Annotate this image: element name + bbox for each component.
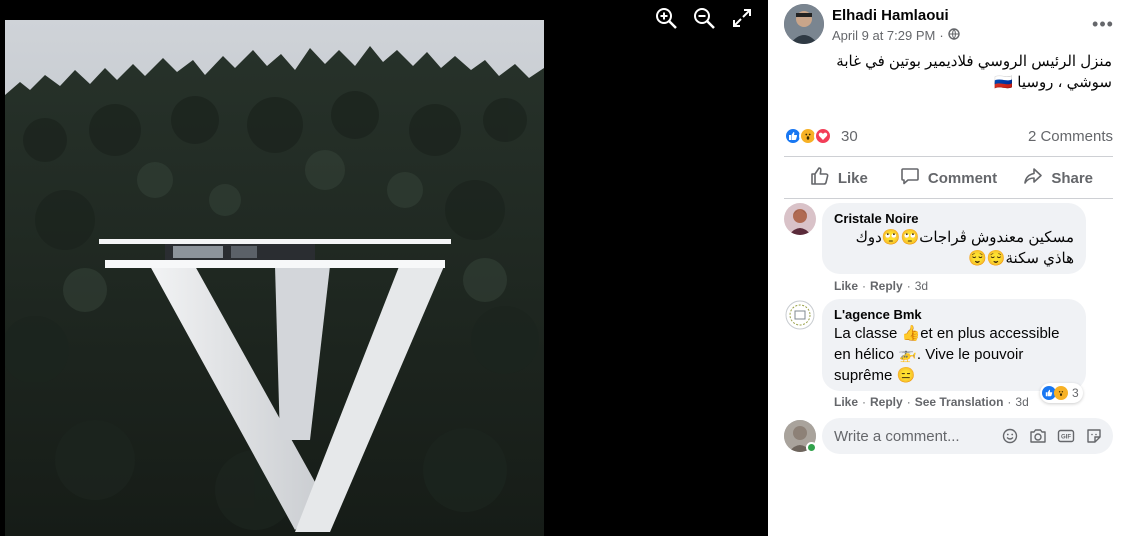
comment-time[interactable]: 3d <box>915 279 928 293</box>
composer-tools: GIF <box>1001 427 1113 445</box>
author-avatar[interactable] <box>784 4 824 44</box>
comment-icon <box>900 166 920 190</box>
wow-icon <box>1054 386 1068 400</box>
comment-reactions[interactable]: 3 <box>1040 383 1083 403</box>
house-in-forest-image <box>5 20 544 536</box>
author-name[interactable]: Elhadi Hamlaoui <box>832 7 949 24</box>
comment-text-line: مسكين معندوش ڨراجات🙄🙄دوك <box>855 229 1074 246</box>
more-options-icon[interactable]: ••• <box>1089 10 1117 38</box>
commenter-avatar[interactable] <box>784 299 816 331</box>
comment-label: Comment <box>927 169 998 187</box>
comment-text-line: en hélico 🚁. Vive le pouvoir <box>834 346 1024 363</box>
photo-viewer <box>0 0 768 536</box>
meta-separator: · <box>939 28 944 43</box>
divider <box>784 198 1113 199</box>
comment-composer: Write a comment... GIF <box>784 418 1113 456</box>
comments-count[interactable]: 2 Comments <box>1028 128 1113 145</box>
commenter-name[interactable]: L'agence Bmk <box>834 307 1074 323</box>
zoom-out-icon[interactable] <box>690 4 718 32</box>
comment-reaction-count: 3 <box>1072 386 1079 400</box>
comment-bubble: Cristale Noire مسكين معندوش ڨراجات🙄🙄دوك … <box>822 203 1086 274</box>
sticker-icon[interactable] <box>1085 427 1103 445</box>
comment-reply-link[interactable]: Reply <box>870 279 903 293</box>
globe-icon <box>947 28 960 43</box>
gif-icon[interactable]: GIF <box>1057 427 1075 445</box>
comment-bubble: L'agence Bmk La classe 👍et en plus acces… <box>822 299 1086 391</box>
comment-actions: Like · Reply · See Translation · 3d <box>834 395 1029 409</box>
online-status-dot <box>806 442 817 453</box>
share-label: Share <box>1051 169 1094 187</box>
emoji-icon[interactable] <box>1001 427 1019 445</box>
commenter-avatar[interactable] <box>784 203 816 235</box>
reaction-icons[interactable] <box>784 127 832 145</box>
comment-text-line: suprême 😑 <box>834 367 916 384</box>
camera-icon[interactable] <box>1029 427 1047 445</box>
post-photo[interactable] <box>5 20 544 536</box>
svg-text:GIF: GIF <box>1061 435 1071 441</box>
post-header: Elhadi Hamlaoui April 9 at 7:29 PM · ••• <box>784 4 1117 48</box>
zoom-in-icon[interactable] <box>652 4 680 32</box>
comment-like-link[interactable]: Like <box>834 279 858 293</box>
viewer-toolbar <box>652 4 756 32</box>
comment-text-line: La classe 👍et en plus accessible <box>834 325 1060 342</box>
comment-actions: Like · Reply · 3d <box>834 279 929 293</box>
divider <box>784 156 1113 157</box>
comment-reply-link[interactable]: Reply <box>870 395 903 409</box>
share-button[interactable]: Share <box>1003 162 1113 194</box>
comment-input-placeholder: Write a comment... <box>834 427 960 445</box>
like-label: Like <box>837 169 868 187</box>
fullscreen-icon[interactable] <box>728 4 756 32</box>
post-text-line: منزل الرئيس الروسي فلاديمير بوتين في غاب… <box>836 53 1112 70</box>
post-panel: Elhadi Hamlaoui April 9 at 7:29 PM · •••… <box>768 0 1129 536</box>
comment-item: Cristale Noire مسكين معندوش ڨراجات🙄🙄دوك … <box>784 203 1113 295</box>
post-text: منزل الرئيس الروسي فلاديمير بوتين في غاب… <box>812 51 1112 93</box>
comment-item: L'agence Bmk La classe 👍et en plus acces… <box>784 299 1113 413</box>
post-meta: April 9 at 7:29 PM · <box>832 28 960 43</box>
comment-input[interactable]: Write a comment... GIF <box>822 418 1113 454</box>
commenter-name[interactable]: Cristale Noire <box>834 211 1074 227</box>
see-translation-link[interactable]: See Translation <box>915 395 1004 409</box>
comment-time[interactable]: 3d <box>1015 395 1028 409</box>
comment-button[interactable]: Comment <box>894 162 1004 194</box>
reactions-summary: 30 2 Comments <box>784 124 1113 148</box>
reaction-count[interactable]: 30 <box>841 128 858 145</box>
comment-text-line: هاذي سكنة😌😌 <box>968 250 1074 267</box>
share-icon <box>1023 166 1043 190</box>
post-time[interactable]: April 9 at 7:29 PM <box>832 28 935 43</box>
like-button[interactable]: Like <box>784 162 894 194</box>
thumbs-up-icon <box>810 166 830 190</box>
post-actions: Like Comment Share <box>784 162 1113 194</box>
comment-like-link[interactable]: Like <box>834 395 858 409</box>
love-icon <box>814 127 832 145</box>
post-text-line: سوشي ، روسيا 🇷🇺 <box>994 74 1112 91</box>
